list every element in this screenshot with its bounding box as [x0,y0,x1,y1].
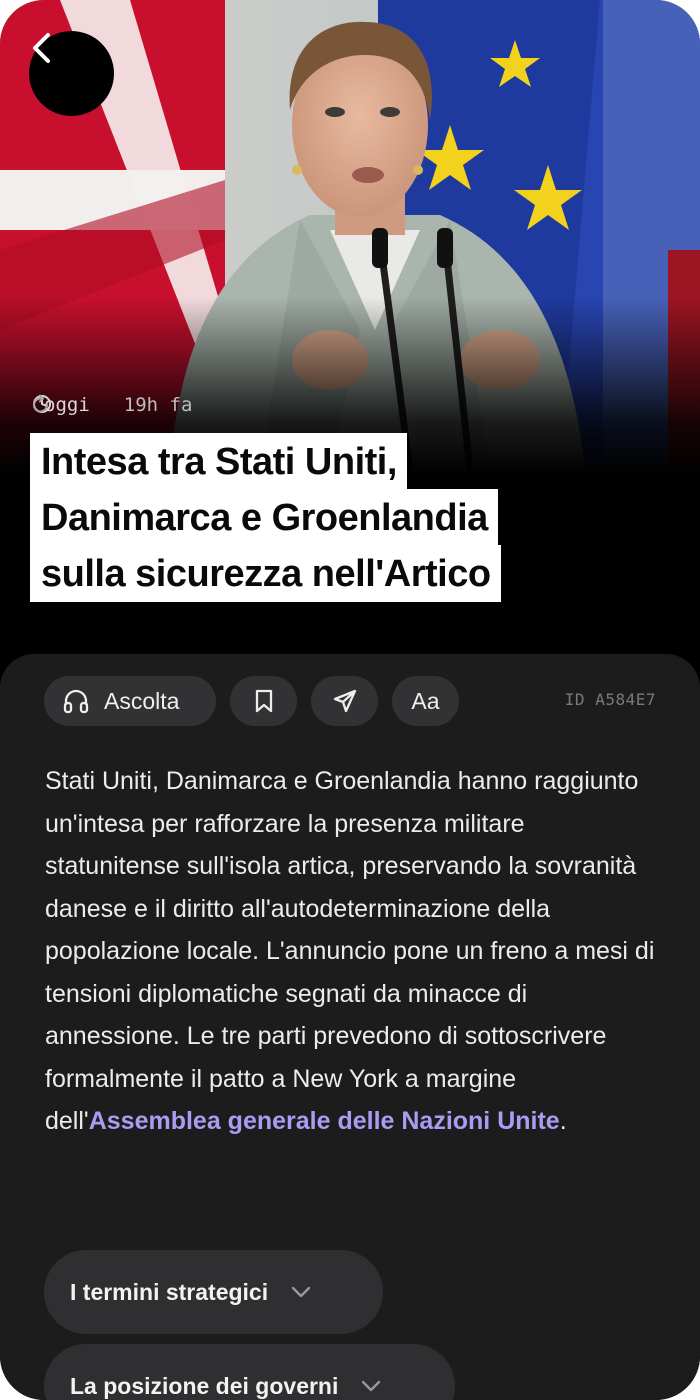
back-button[interactable] [29,31,114,116]
accordion-strategic-terms-label: I termini strategici [70,1278,269,1305]
phone-screen: oggi 19h fa Intesa tra Stati Uniti, Dani… [0,0,700,1400]
article-meta: oggi 19h fa [32,394,218,416]
article-link-un-assembly[interactable]: Assemblea generale delle Nazioni Unite [89,1107,560,1135]
listen-button[interactable]: Ascolta [44,676,216,726]
accordion-government-positions[interactable]: La posizione dei governi [44,1344,455,1400]
share-button[interactable] [311,676,378,726]
article-body: Stati Uniti, Danimarca e Groenlandia han… [45,760,665,1143]
headline-line-1: Intesa tra Stati Uniti, [30,433,407,490]
bookmark-icon [254,688,274,714]
chevron-down-icon [360,1379,382,1393]
article-headline: Intesa tra Stati Uniti, Danimarca e Groe… [30,433,590,602]
article-body-end: . [559,1107,567,1135]
hero-photo: oggi 19h fa Intesa tra Stati Uniti, Dani… [0,0,700,660]
listen-label: Ascolta [104,687,180,714]
headline-line-2: Danimarca e Groenlandia [30,489,498,546]
article-body-text: Stati Uniti, Danimarca e Groenlandia han… [45,767,655,1135]
bookmark-button[interactable] [230,676,297,726]
chevron-down-icon [290,1285,312,1299]
article-id: ID A584E7 [564,690,656,709]
headline-line-3: sulla sicurezza nell'Artico [30,545,501,602]
updated-time-label: 19h fa [123,394,193,416]
send-icon [332,688,358,714]
article-sheet: Ascolta Aa ID A584E7 Stati Uniti, Danima… [0,654,700,1400]
updated-time: 19h fa [33,394,193,416]
accordion-strategic-terms[interactable]: I termini strategici [44,1250,383,1334]
accordion-government-positions-label: La posizione dei governi [70,1372,339,1399]
article-toolbar: Ascolta Aa [44,676,473,726]
headphones-icon [62,688,90,714]
font-size-label: Aa [411,687,440,714]
font-size-button[interactable]: Aa [392,676,459,726]
